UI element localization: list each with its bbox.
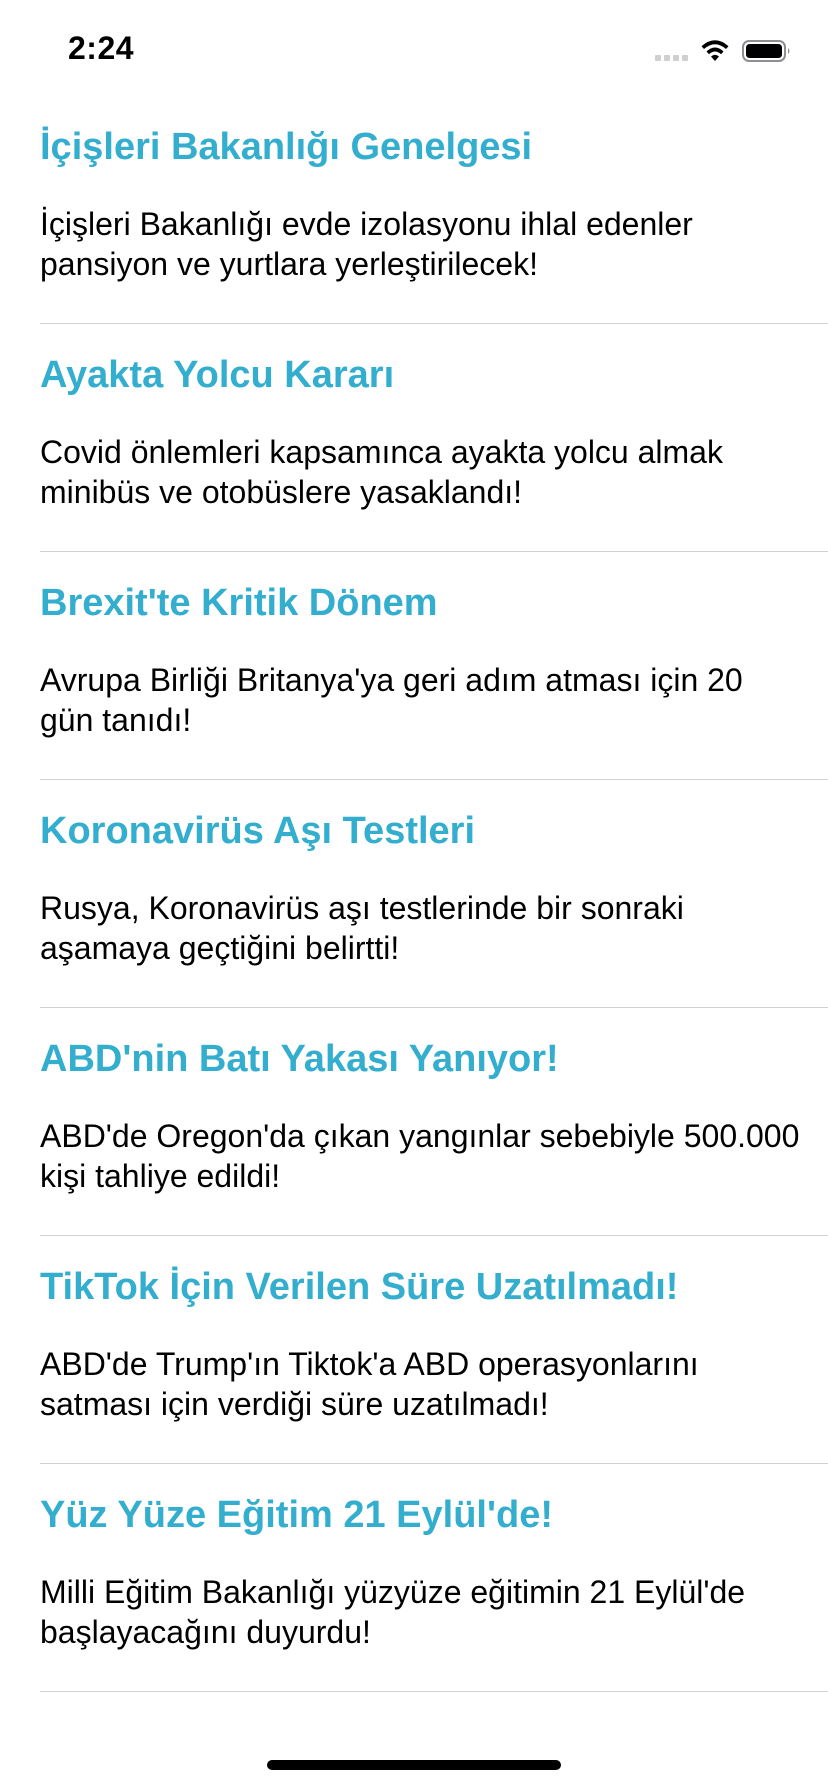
status-time: 2:24 — [68, 30, 135, 66]
status-icons — [655, 36, 792, 66]
news-list-item[interactable]: TikTok İçin Verilen Süre Uzatılmadı! ABD… — [0, 1236, 828, 1464]
news-list-item[interactable]: İçişleri Bakanlığı Genelgesi İçişleri Ba… — [0, 96, 828, 324]
news-body: ABD'de Oregon'da çıkan yangınlar sebebiy… — [40, 1118, 800, 1194]
wifi-icon — [700, 39, 730, 63]
news-list-item[interactable]: Koronavirüs Aşı Testleri Rusya, Koronavi… — [0, 780, 828, 1008]
signal-icon — [655, 41, 688, 61]
home-indicator[interactable] — [267, 1760, 561, 1770]
battery-icon — [742, 39, 792, 63]
news-list-item[interactable]: Yüz Yüze Eğitim 21 Eylül'de! Milli Eğiti… — [0, 1464, 828, 1692]
news-title: Yüz Yüze Eğitim 21 Eylül'de! — [40, 1494, 554, 1536]
news-body: Covid önlemleri kapsamınca ayakta yolcu … — [40, 434, 723, 510]
news-body: Rusya, Koronavirüs aşı testlerinde bir s… — [40, 890, 684, 966]
news-body: İçişleri Bakanlığı evde izolasyonu ihlal… — [40, 206, 693, 282]
status-bar: 2:24 — [0, 0, 828, 96]
news-body: ABD'de Trump'ın Tiktok'a ABD operasyonla… — [40, 1346, 699, 1422]
news-list-item[interactable]: Brexit'te Kritik Dönem Avrupa Birliği Br… — [0, 552, 828, 780]
news-title: İçişleri Bakanlığı Genelgesi — [40, 126, 533, 168]
news-title: Koronavirüs Aşı Testleri — [40, 810, 476, 852]
news-title: TikTok İçin Verilen Süre Uzatılmadı! — [40, 1266, 679, 1308]
news-list: İçişleri Bakanlığı Genelgesi İçişleri Ba… — [0, 96, 828, 1692]
news-body: Milli Eğitim Bakanlığı yüzyüze eğitimin … — [40, 1574, 746, 1650]
news-title: Ayakta Yolcu Kararı — [40, 354, 395, 396]
news-title: ABD'nin Batı Yakası Yanıyor! — [40, 1038, 559, 1080]
news-list-item[interactable]: ABD'nin Batı Yakası Yanıyor! ABD'de Oreg… — [0, 1008, 828, 1236]
news-list-item[interactable]: Ayakta Yolcu Kararı Covid önlemleri kaps… — [0, 324, 828, 552]
news-body: Avrupa Birliği Britanya'ya geri adım atm… — [40, 662, 743, 738]
news-title: Brexit'te Kritik Dönem — [40, 582, 438, 624]
